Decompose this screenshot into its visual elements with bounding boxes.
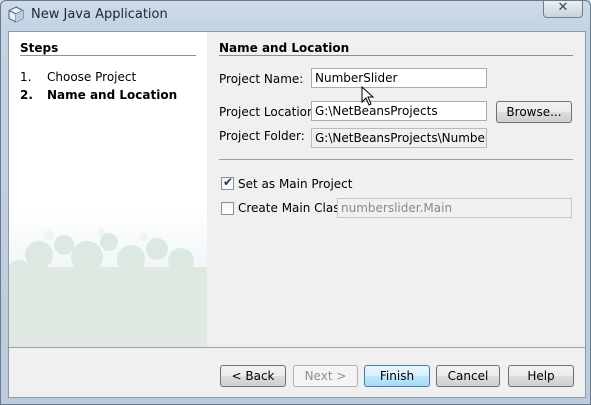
step-label: Name and Location (47, 88, 178, 102)
step-label: Choose Project (47, 70, 137, 84)
checkmark-icon: ✔ (223, 175, 234, 189)
project-location-label: Project Location: (219, 105, 319, 119)
next-button[interactable]: Next > (293, 365, 358, 387)
project-location-input[interactable]: G:\NetBeansProjects (311, 101, 487, 121)
wizard-body: Steps 1. Choose Project 2. Name and Loca… (8, 31, 586, 398)
help-button[interactable]: Help (508, 365, 574, 387)
decorative-bubbles-graphic (9, 228, 207, 347)
section-divider (219, 55, 573, 56)
set-main-project-label[interactable]: Set as Main Project (238, 177, 352, 191)
name-and-location-panel: Name and Location Project Name: NumberSl… (207, 32, 585, 347)
close-button[interactable]: ✕ (543, 1, 583, 18)
project-name-input[interactable]: NumberSlider (311, 68, 487, 88)
finish-button[interactable]: Finish (364, 365, 430, 387)
steps-heading: Steps (20, 41, 59, 55)
window-title: New Java Application (31, 7, 168, 22)
mouse-pointer-icon (361, 86, 375, 106)
steps-panel: Steps 1. Choose Project 2. Name and Loca… (9, 32, 207, 347)
step-number: 2. (20, 88, 33, 102)
netbeans-cube-icon (8, 6, 24, 23)
create-main-class-label[interactable]: Create Main Class (238, 201, 346, 215)
close-icon: ✕ (557, 0, 569, 15)
main-class-input[interactable]: numberslider.Main (337, 198, 572, 218)
steps-divider (20, 55, 196, 56)
project-folder-label: Project Folder: (219, 129, 305, 143)
project-folder-field[interactable]: G:\NetBeansProjects\NumberSlider (311, 128, 487, 148)
back-button[interactable]: < Back (220, 365, 286, 387)
create-main-class-checkbox[interactable] (221, 202, 234, 215)
step-number: 1. (20, 70, 32, 84)
project-name-label: Project Name: (219, 72, 304, 86)
browse-button[interactable]: Browse... (496, 101, 572, 123)
cancel-button[interactable]: Cancel (436, 365, 500, 387)
options-divider (219, 159, 573, 160)
title-bar[interactable]: New Java Application ✕ (1, 1, 590, 29)
set-main-project-checkbox[interactable]: ✔ (221, 175, 234, 190)
section-title: Name and Location (219, 41, 350, 55)
button-bar-divider (9, 347, 585, 348)
new-java-application-window: New Java Application ✕ Steps 1. Choose P… (0, 0, 591, 405)
